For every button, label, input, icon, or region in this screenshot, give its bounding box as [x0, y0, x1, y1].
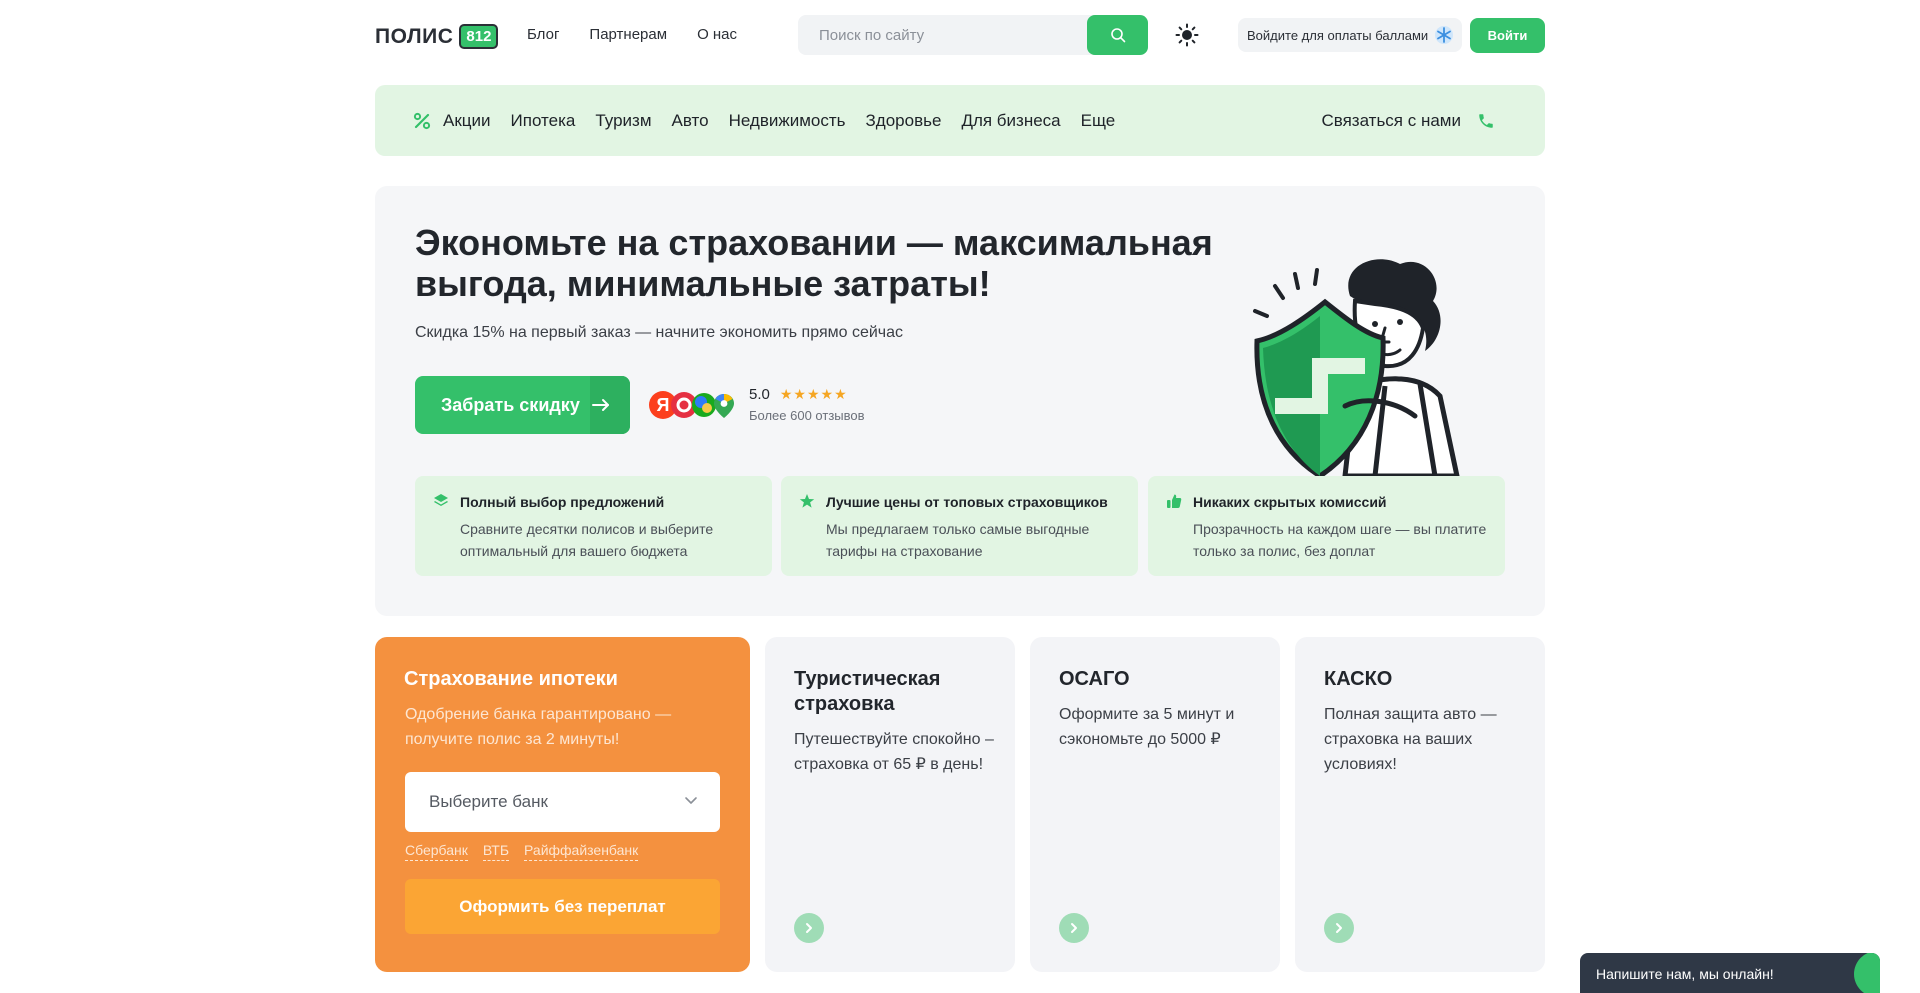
feature-title: Полный выбор предложений — [460, 494, 665, 510]
logo-badge: 812 — [459, 24, 499, 49]
feature-text: Мы предлагаем только самые выгодные тари… — [826, 521, 1090, 559]
hero-subtitle: Скидка 15% на первый заказ — начните эко… — [415, 324, 904, 341]
bank-link-raiffeisen[interactable]: Райффайзенбанк — [524, 842, 639, 861]
chevron-right-icon — [1071, 923, 1077, 933]
feature-title: Никаких скрытых комиссий — [1193, 494, 1387, 510]
hero-title: Экономьте на страховании — максимальная … — [415, 222, 1213, 304]
review-platforms-icons: Я — [649, 391, 734, 419]
two-gis-icon — [692, 393, 716, 417]
category-bar: Акции Ипотека Туризм Авто Недвижимость З… — [375, 85, 1545, 156]
category-auto[interactable]: Авто — [672, 111, 709, 131]
top-nav: Блог Партнерам О нас — [527, 26, 737, 43]
card-arrow-button[interactable] — [794, 913, 824, 943]
card-arrow-button[interactable] — [1059, 913, 1089, 943]
nav-link-about[interactable]: О нас — [697, 26, 737, 43]
snowflake-icon — [1435, 26, 1454, 44]
search-input[interactable] — [798, 15, 1078, 55]
category-promotions[interactable]: Акции — [443, 111, 491, 131]
card-title: Туристическая страховка — [794, 668, 941, 715]
rating-value: 5.0 — [749, 386, 770, 403]
layers-icon — [434, 494, 448, 506]
chat-label: Напишите нам, мы онлайн! — [1596, 966, 1774, 982]
category-mortgage[interactable]: Ипотека — [511, 111, 576, 131]
chevron-right-icon — [1336, 923, 1342, 933]
card-subtitle: Одобрение банка гарантировано — получите… — [405, 706, 672, 748]
mortgage-insurance-card: Страхование ипотеки Одобрение банка гара… — [375, 637, 750, 972]
points-label: Войдите для оплаты баллами — [1247, 27, 1429, 43]
star-icon — [799, 494, 815, 508]
cta-label: Забрать скидку — [441, 394, 580, 415]
travel-insurance-card[interactable]: Туристическая страховка Путешествуйте сп… — [765, 637, 1015, 972]
contact-us-link[interactable]: Связаться с нами — [1321, 85, 1495, 156]
category-tourism[interactable]: Туризм — [595, 111, 651, 131]
feature-text: Сравните десятки полисов и выберите опти… — [460, 521, 714, 559]
reviews-count: Более 600 отзывов — [749, 408, 865, 423]
category-real-estate[interactable]: Недвижимость — [729, 111, 846, 131]
search-button[interactable] — [1087, 15, 1148, 55]
feature-card-choice: Полный выбор предложений Сравните десятк… — [415, 476, 772, 576]
card-text: Оформите за 5 минут и сэкономьте до 5000… — [1059, 706, 1235, 748]
bank-select-placeholder: Выберите банк — [429, 792, 548, 811]
nav-link-partners[interactable]: Партнерам — [589, 26, 667, 43]
feature-text: Прозрачность на каждом шаге — вы платите… — [1193, 521, 1487, 559]
bank-link-vtb[interactable]: ВТБ — [482, 842, 510, 861]
percent-icon — [413, 112, 431, 129]
card-title: ОСАГО — [1059, 668, 1130, 690]
login-button[interactable]: Войти — [1470, 18, 1545, 53]
category-more[interactable]: Еще — [1081, 111, 1116, 131]
bank-link-sberbank[interactable]: Сбербанк — [405, 842, 468, 861]
card-title: КАСКО — [1324, 668, 1393, 690]
hero-section: Экономьте на страховании — максимальная … — [375, 186, 1545, 616]
thumbs-up-icon — [1167, 494, 1182, 508]
card-title: Страхование ипотеки — [404, 668, 618, 690]
google-maps-icon — [714, 394, 734, 418]
chat-accent — [1854, 953, 1880, 993]
logo-text: ПОЛИС — [375, 24, 454, 48]
kasko-card[interactable]: КАСКО Полная защита авто — страховка на … — [1295, 637, 1545, 972]
sun-icon — [1175, 23, 1199, 47]
card-text: Полная защита авто — страховка на ваших … — [1324, 706, 1497, 773]
site-logo[interactable]: ПОЛИС 812 — [375, 24, 499, 49]
chevron-right-icon — [806, 923, 812, 933]
order-button[interactable]: Оформить без переплат — [405, 879, 720, 934]
points-login-button[interactable]: Войдите для оплаты баллами — [1238, 18, 1462, 52]
quick-bank-links: Сбербанк ВТБ Райффайзенбанк — [405, 842, 639, 861]
card-arrow-button[interactable] — [1324, 913, 1354, 943]
category-business[interactable]: Для бизнеса — [961, 111, 1060, 131]
card-text: Путешествуйте спокойно – страховка от 65… — [794, 731, 994, 773]
contact-us-label: Связаться с нами — [1321, 110, 1461, 130]
category-list: Акции Ипотека Туризм Авто Недвижимость З… — [413, 85, 1115, 156]
feature-title: Лучшие цены от топовых страховщиков — [826, 494, 1108, 510]
insurance-agent-illustration — [1253, 259, 1460, 476]
theme-toggle-button[interactable] — [1174, 22, 1200, 48]
online-chat-widget[interactable]: Напишите нам, мы онлайн! — [1580, 953, 1880, 993]
phone-icon — [1479, 113, 1493, 128]
rating-stars: ★★★★★ — [779, 386, 848, 402]
arrow-right-icon — [591, 399, 609, 411]
search-box — [798, 15, 1148, 55]
nav-link-blog[interactable]: Блог — [527, 26, 559, 43]
chevron-down-icon — [685, 797, 697, 804]
feature-card-prices: Лучшие цены от топовых страховщиков Мы п… — [781, 476, 1138, 576]
svg-text:Я: Я — [657, 395, 670, 415]
search-icon — [1110, 28, 1125, 43]
feature-card-no-fees: Никаких скрытых комиссий Прозрачность на… — [1148, 476, 1505, 576]
bank-select[interactable]: Выберите банк — [405, 772, 720, 832]
get-discount-button[interactable]: Забрать скидку — [415, 376, 630, 434]
osago-card[interactable]: ОСАГО Оформите за 5 минут и сэкономьте д… — [1030, 637, 1280, 972]
category-health[interactable]: Здоровье — [866, 111, 942, 131]
rating-block: 5.0 ★★★★★ Более 600 отзывов — [749, 386, 865, 423]
